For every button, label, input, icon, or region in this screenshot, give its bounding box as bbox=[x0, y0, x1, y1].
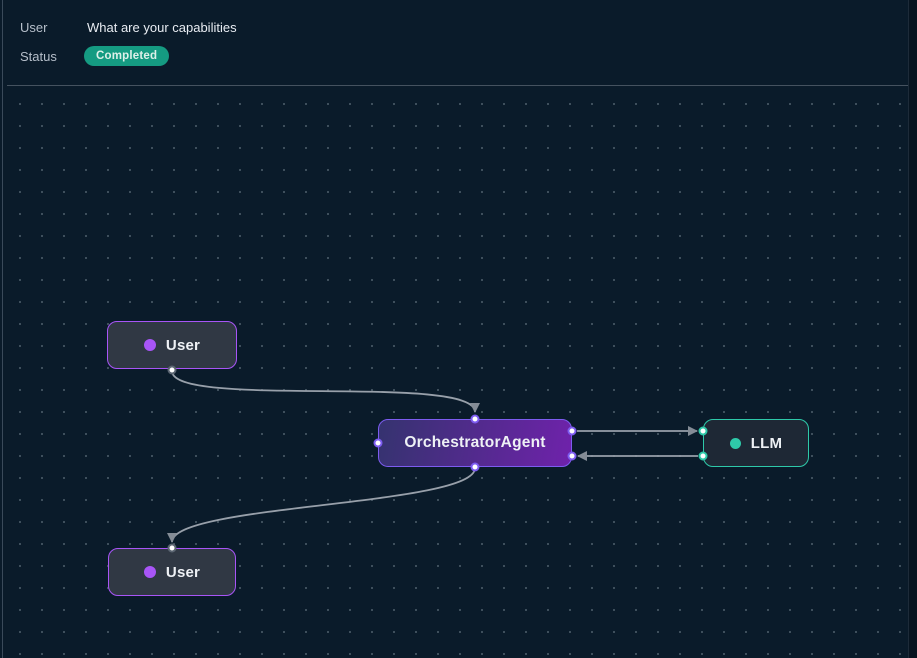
handle-orchestrator-right-out[interactable] bbox=[568, 427, 577, 436]
node-label: User bbox=[166, 337, 200, 354]
handle-user-top-source[interactable] bbox=[168, 366, 177, 375]
node-label: LLM bbox=[751, 435, 782, 452]
handle-orchestrator-right-in[interactable] bbox=[568, 452, 577, 461]
node-orchestrator-agent[interactable]: OrchestratorAgent bbox=[378, 419, 572, 467]
handle-orchestrator-left[interactable] bbox=[374, 439, 383, 448]
node-label: OrchestratorAgent bbox=[404, 434, 545, 452]
node-label: User bbox=[166, 564, 200, 581]
user-query-text: What are your capabilities bbox=[87, 20, 237, 35]
edge-user-to-orchestrator[interactable] bbox=[172, 371, 475, 412]
edge-orchestrator-to-user[interactable] bbox=[172, 468, 475, 542]
right-gutter bbox=[908, 0, 917, 658]
status-field-label: Status bbox=[20, 49, 57, 64]
handle-orchestrator-bottom[interactable] bbox=[471, 463, 480, 472]
node-llm[interactable]: LLM bbox=[703, 419, 809, 467]
handle-llm-left-out[interactable] bbox=[699, 452, 708, 461]
llm-dot-icon bbox=[730, 438, 741, 449]
user-dot-icon bbox=[144, 339, 156, 351]
status-badge: Completed bbox=[84, 46, 169, 66]
user-field-label: User bbox=[20, 20, 47, 35]
user-dot-icon bbox=[144, 566, 156, 578]
handle-llm-left-in[interactable] bbox=[699, 427, 708, 436]
node-user-top[interactable]: User bbox=[107, 321, 237, 369]
flow-canvas[interactable]: User OrchestratorAgent LLM User bbox=[0, 87, 908, 658]
handle-orchestrator-top[interactable] bbox=[471, 415, 480, 424]
agent-run-panel: User What are your capabilities Status C… bbox=[0, 0, 917, 658]
node-user-bottom[interactable]: User bbox=[108, 548, 236, 596]
header-divider bbox=[7, 85, 908, 86]
handle-user-bottom-target[interactable] bbox=[168, 544, 177, 553]
